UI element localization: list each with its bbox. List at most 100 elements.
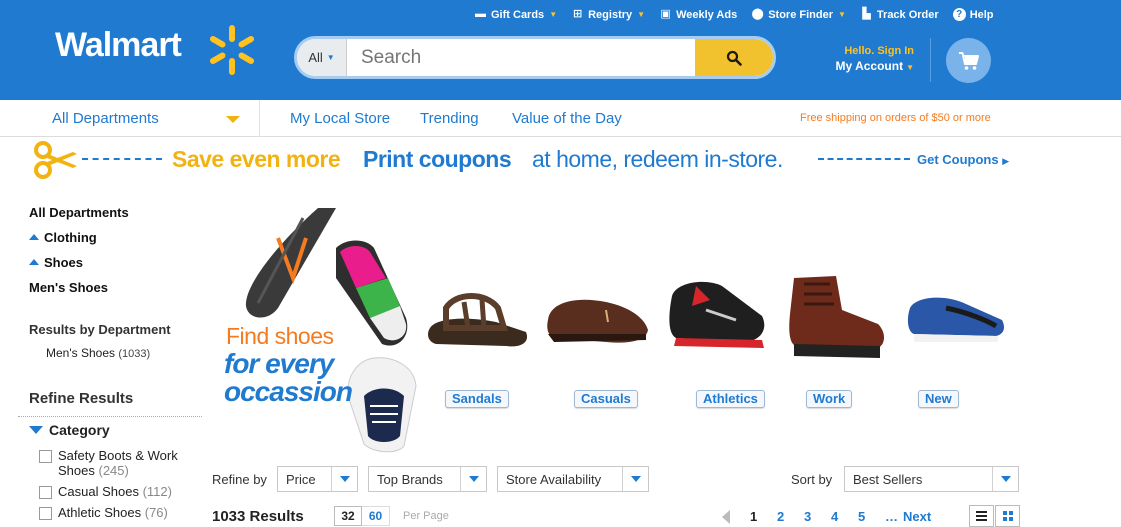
store-finder-link[interactable]: ⬤ Store Finder ▼ xyxy=(751,8,846,21)
category-checkbox-safety-boots[interactable]: Safety Boots & Work Shoes (245) xyxy=(39,448,178,478)
breadcrumb-shoes-label: Shoes xyxy=(44,255,84,270)
search-scope-dropdown[interactable]: All ▼ xyxy=(297,39,347,76)
chevron-down-icon: ▼ xyxy=(838,10,846,19)
caret-down-icon xyxy=(29,426,43,434)
top-brands-filter-label: Top Brands xyxy=(377,471,443,487)
athletics-button[interactable]: Athletics xyxy=(696,390,765,408)
header: Walmart ▬ Gift Cards ▼ ⊞ Registry ▼ ▣ We… xyxy=(0,0,1121,100)
cart-button[interactable] xyxy=(946,38,991,83)
chevron-down-icon xyxy=(992,467,1018,491)
category-option-label: Casual Shoes (112) xyxy=(58,484,172,499)
per-page-label: Per Page xyxy=(403,510,449,522)
gift-cards-link[interactable]: ▬ Gift Cards ▼ xyxy=(474,8,557,21)
next-page-link[interactable]: Next xyxy=(903,509,931,524)
sort-value: Best Sellers xyxy=(853,471,923,487)
nav-value-of-the-day[interactable]: Value of the Day xyxy=(512,110,622,127)
cut-line xyxy=(82,158,162,160)
shoes-hero-banner: Find shoes for every occassion Sandals C… xyxy=(218,208,1018,458)
results-by-department-heading: Results by Department xyxy=(29,322,171,337)
chevron-down-icon[interactable] xyxy=(226,116,240,123)
help-label: Help xyxy=(969,8,994,21)
refine-by-label: Refine by xyxy=(212,472,267,487)
skate-shoe-image[interactable] xyxy=(906,292,1008,344)
checkbox[interactable] xyxy=(39,486,52,499)
coupon-banner[interactable]: Save even more Print coupons at home, re… xyxy=(0,138,1121,182)
athletic-shoe-image[interactable] xyxy=(666,276,770,356)
results-count: 1033 Results xyxy=(212,508,304,525)
search-input[interactable] xyxy=(347,39,695,76)
map-pin-icon: ⬤ xyxy=(751,8,764,20)
grid-view-button[interactable] xyxy=(995,505,1020,527)
department-label: Men's Shoes xyxy=(46,346,115,360)
nav-trending[interactable]: Trending xyxy=(420,110,479,127)
breadcrumb-shoes[interactable]: Shoes xyxy=(29,255,83,270)
weekly-ads-label: Weekly Ads xyxy=(676,8,738,21)
flip-flop-image xyxy=(245,208,336,318)
coupon-print-text: Print coupons xyxy=(363,146,512,172)
track-order-link[interactable]: ▙ Track Order xyxy=(860,8,939,21)
gift-card-icon: ▬ xyxy=(475,8,486,20)
category-name-line2: Shoes xyxy=(58,463,95,478)
boat-shoe-image xyxy=(347,357,417,453)
get-coupons-label: Get Coupons xyxy=(917,152,999,167)
all-departments-menu[interactable]: All Departments xyxy=(52,110,159,127)
walmart-logo[interactable]: Walmart xyxy=(55,26,182,65)
top-links: ▬ Gift Cards ▼ ⊞ Registry ▼ ▣ Weekly Ads… xyxy=(474,8,1008,21)
registry-link[interactable]: ⊞ Registry ▼ xyxy=(571,8,645,21)
sign-in-link[interactable]: Hello. Sign In xyxy=(834,45,914,57)
sort-dropdown[interactable]: Best Sellers xyxy=(844,466,1019,492)
category-checkbox-casual-shoes[interactable]: Casual Shoes (112) xyxy=(39,484,172,499)
walmart-spark-icon[interactable] xyxy=(206,24,258,76)
sort-by-label: Sort by xyxy=(791,472,833,487)
weekly-ads-link[interactable]: ▣ Weekly Ads xyxy=(659,8,737,21)
category-name: Casual Shoes xyxy=(58,484,139,499)
news-icon: ▣ xyxy=(660,8,671,20)
category-option-label: Athletic Shoes (76) xyxy=(58,505,168,520)
account-menu[interactable]: Hello. Sign In My Account ▼ xyxy=(834,45,914,73)
category-option-label: Safety Boots & Work Shoes (245) xyxy=(58,448,178,478)
chevron-down-icon xyxy=(622,467,648,491)
category-checkbox-athletic-shoes[interactable]: Athletic Shoes (76) xyxy=(39,505,168,520)
new-button[interactable]: New xyxy=(918,390,959,408)
search-button[interactable] xyxy=(695,39,773,76)
top-brands-filter-dropdown[interactable]: Top Brands xyxy=(368,466,487,492)
free-shipping-link[interactable]: Free shipping on orders of $50 or more xyxy=(800,112,991,124)
breadcrumb-mens-shoes: Men's Shoes xyxy=(29,280,108,295)
work-boot-image[interactable] xyxy=(786,274,888,360)
checkbox[interactable] xyxy=(39,450,52,463)
my-account-label: My Account xyxy=(835,59,904,73)
nav-my-local-store[interactable]: My Local Store xyxy=(290,110,390,127)
department-filter-mens-shoes[interactable]: Men's Shoes (1033) xyxy=(46,346,150,360)
department-count: (1033) xyxy=(118,348,151,360)
per-page-60[interactable]: 60 xyxy=(362,506,390,526)
coupon-save-text: Save even more xyxy=(172,146,341,172)
my-account-link[interactable]: My Account ▼ xyxy=(834,59,914,73)
store-availability-filter-dropdown[interactable]: Store Availability xyxy=(497,466,649,492)
previous-page-icon[interactable] xyxy=(722,510,730,524)
help-link[interactable]: ? Help xyxy=(952,8,994,21)
category-toggle[interactable]: Category xyxy=(29,422,110,438)
breadcrumb-clothing[interactable]: Clothing xyxy=(29,230,97,245)
chevron-down-icon: ▼ xyxy=(906,63,914,72)
page-3[interactable]: 3 xyxy=(804,509,811,524)
checkbox[interactable] xyxy=(39,507,52,520)
loafer-image[interactable] xyxy=(546,290,650,350)
per-page-32[interactable]: 32 xyxy=(334,506,362,526)
page-5[interactable]: 5 xyxy=(858,509,865,524)
breadcrumb-all-departments[interactable]: All Departments xyxy=(29,205,129,220)
page-4[interactable]: 4 xyxy=(831,509,838,524)
pagination-ellipsis: … xyxy=(885,509,898,524)
page-1[interactable]: 1 xyxy=(750,509,757,524)
list-view-button[interactable] xyxy=(969,505,994,527)
page-2[interactable]: 2 xyxy=(777,509,784,524)
help-icon: ? xyxy=(952,8,966,21)
price-filter-dropdown[interactable]: Price xyxy=(277,466,358,492)
sandal-image[interactable] xyxy=(426,288,530,352)
chevron-down-icon xyxy=(331,467,357,491)
casuals-button[interactable]: Casuals xyxy=(574,390,638,408)
sandals-button[interactable]: Sandals xyxy=(445,390,509,408)
get-coupons-link[interactable]: Get Coupons ▶ xyxy=(917,152,1009,167)
header-divider xyxy=(930,38,931,82)
breadcrumb-clothing-label: Clothing xyxy=(44,230,97,245)
work-button[interactable]: Work xyxy=(806,390,853,408)
